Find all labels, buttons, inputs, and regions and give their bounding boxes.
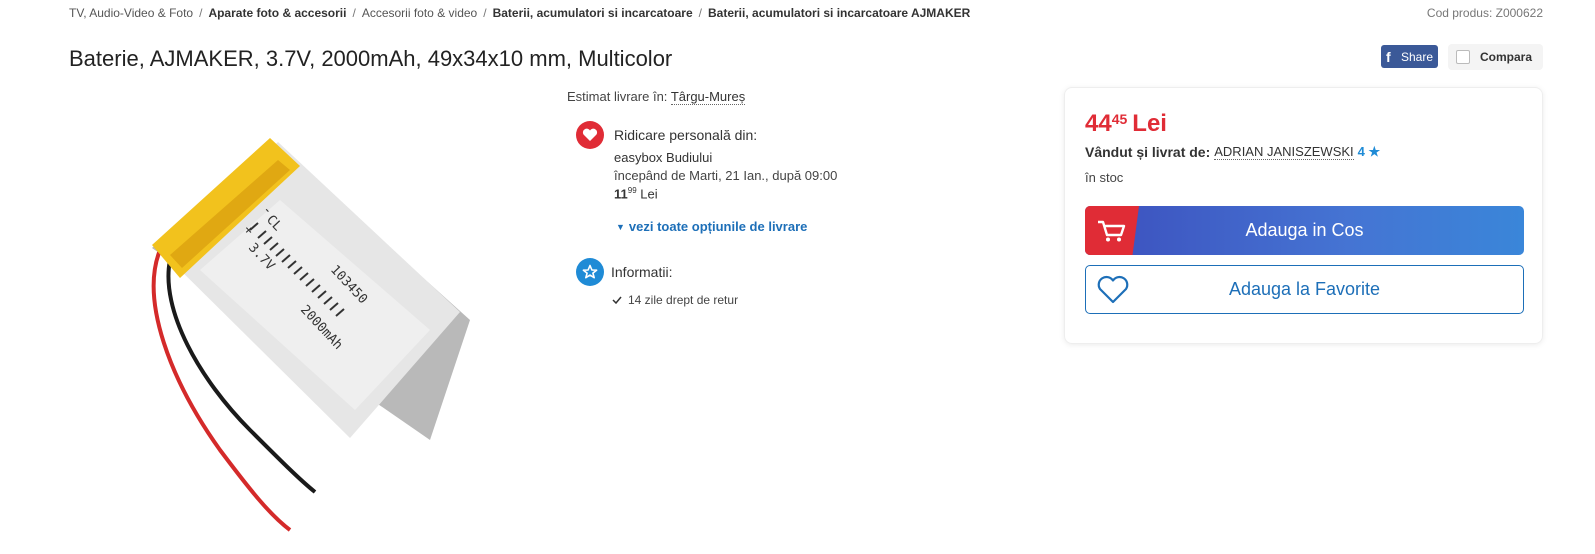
delivery-estimate-label: Estimat livrare în: bbox=[567, 89, 668, 104]
page-title: Baterie, AJMAKER, 3.7V, 2000mAh, 49x34x1… bbox=[69, 46, 673, 71]
breadcrumb-item-tv-audio-video-foto[interactable]: TV, Audio-Video & Foto bbox=[69, 6, 193, 20]
seller-name-link[interactable]: ADRIAN JANISZEWSKI bbox=[1214, 144, 1354, 160]
breadcrumb-item-accesorii-foto-video[interactable]: Accesorii foto & video bbox=[362, 6, 477, 20]
seller-label: Vândut și livrat de: bbox=[1085, 144, 1211, 160]
pickup-price-dec: 99 bbox=[627, 186, 637, 195]
return-policy-item: 14 zile drept de retur bbox=[612, 293, 738, 307]
add-to-cart-button[interactable]: Adauga in Cos bbox=[1085, 206, 1524, 255]
pickup-price-currency: Lei bbox=[640, 186, 658, 202]
star-icon: ★ bbox=[1368, 144, 1381, 159]
add-to-favorites-label: Adauga la Favorite bbox=[1228, 279, 1381, 299]
breadcrumb-item-baterii[interactable]: Baterii, acumulatori si incarcatoare bbox=[493, 6, 693, 20]
caret-down-icon: ▼ bbox=[616, 221, 625, 232]
breadcrumb-item-baterii-ajmaker[interactable]: Baterii, acumulatori si incarcatoare AJM… bbox=[708, 6, 970, 20]
breadcrumb-separator: / bbox=[352, 6, 356, 20]
pickup-title: Ridicare personală din: bbox=[614, 127, 758, 143]
stock-status: în stoc bbox=[1085, 170, 1124, 185]
pickup-time: începând de Marti, 21 Ian., după 09:00 bbox=[614, 168, 838, 183]
star-icon bbox=[576, 258, 604, 286]
compare-checkbox[interactable] bbox=[1456, 50, 1470, 64]
all-delivery-options-link[interactable]: ▼ vezi toate opțiunile de livrare bbox=[616, 219, 807, 234]
price-int: 44 bbox=[1085, 110, 1112, 137]
price-dec: 45 bbox=[1111, 111, 1128, 127]
compare-label: Compara bbox=[1480, 50, 1533, 64]
all-delivery-options-label: vezi toate opțiunile de livrare bbox=[628, 219, 808, 234]
delivery-city-selector[interactable]: Târgu-Mureș bbox=[670, 89, 746, 105]
compare-button[interactable]: Compara bbox=[1448, 44, 1543, 70]
facebook-share-button[interactable]: f Share bbox=[1381, 45, 1438, 68]
add-to-favorites-button[interactable]: Adauga la Favorite bbox=[1085, 265, 1524, 314]
heart-outline-icon bbox=[1086, 275, 1140, 305]
add-to-cart-label: Adauga in Cos bbox=[1245, 220, 1364, 240]
return-policy-label: 14 zile drept de retur bbox=[628, 293, 739, 307]
breadcrumb-item-aparate-foto[interactable]: Aparate foto & accesorii bbox=[208, 6, 346, 20]
breadcrumb: TV, Audio-Video & Foto / Aparate foto & … bbox=[69, 6, 970, 20]
pickup-location: easybox Budiului bbox=[614, 150, 713, 165]
facebook-icon: f bbox=[1386, 48, 1391, 65]
heart-icon bbox=[576, 121, 604, 149]
product-image[interactable]: 103450 2000mAh 3.7V CL + - bbox=[130, 120, 490, 540]
pickup-price-int: 11 bbox=[614, 186, 628, 202]
seller-rating[interactable]: 4 ★ bbox=[1358, 144, 1381, 160]
product-price: 44 45 Lei bbox=[1085, 110, 1167, 138]
seller-info: Vândut și livrat de: ADRIAN JANISZEWSKI … bbox=[1085, 144, 1380, 160]
pickup-price: 1199 Lei bbox=[614, 186, 658, 201]
product-code: Cod produs: Z000622 bbox=[1426, 6, 1543, 20]
breadcrumb-separator: / bbox=[199, 6, 203, 20]
cart-icon bbox=[1085, 206, 1139, 255]
delivery-estimate: Estimat livrare în: Târgu-Mureș bbox=[567, 89, 746, 105]
buy-panel: 44 45 Lei Vândut și livrat de: ADRIAN JA… bbox=[1064, 87, 1543, 344]
breadcrumb-separator: / bbox=[483, 6, 487, 20]
checkmark-icon bbox=[612, 296, 622, 304]
share-label: Share bbox=[1401, 49, 1434, 64]
info-title: Informatii: bbox=[611, 264, 673, 280]
seller-rating-value: 4 bbox=[1357, 144, 1365, 159]
breadcrumb-separator: / bbox=[698, 6, 702, 20]
price-currency: Lei bbox=[1132, 110, 1167, 137]
